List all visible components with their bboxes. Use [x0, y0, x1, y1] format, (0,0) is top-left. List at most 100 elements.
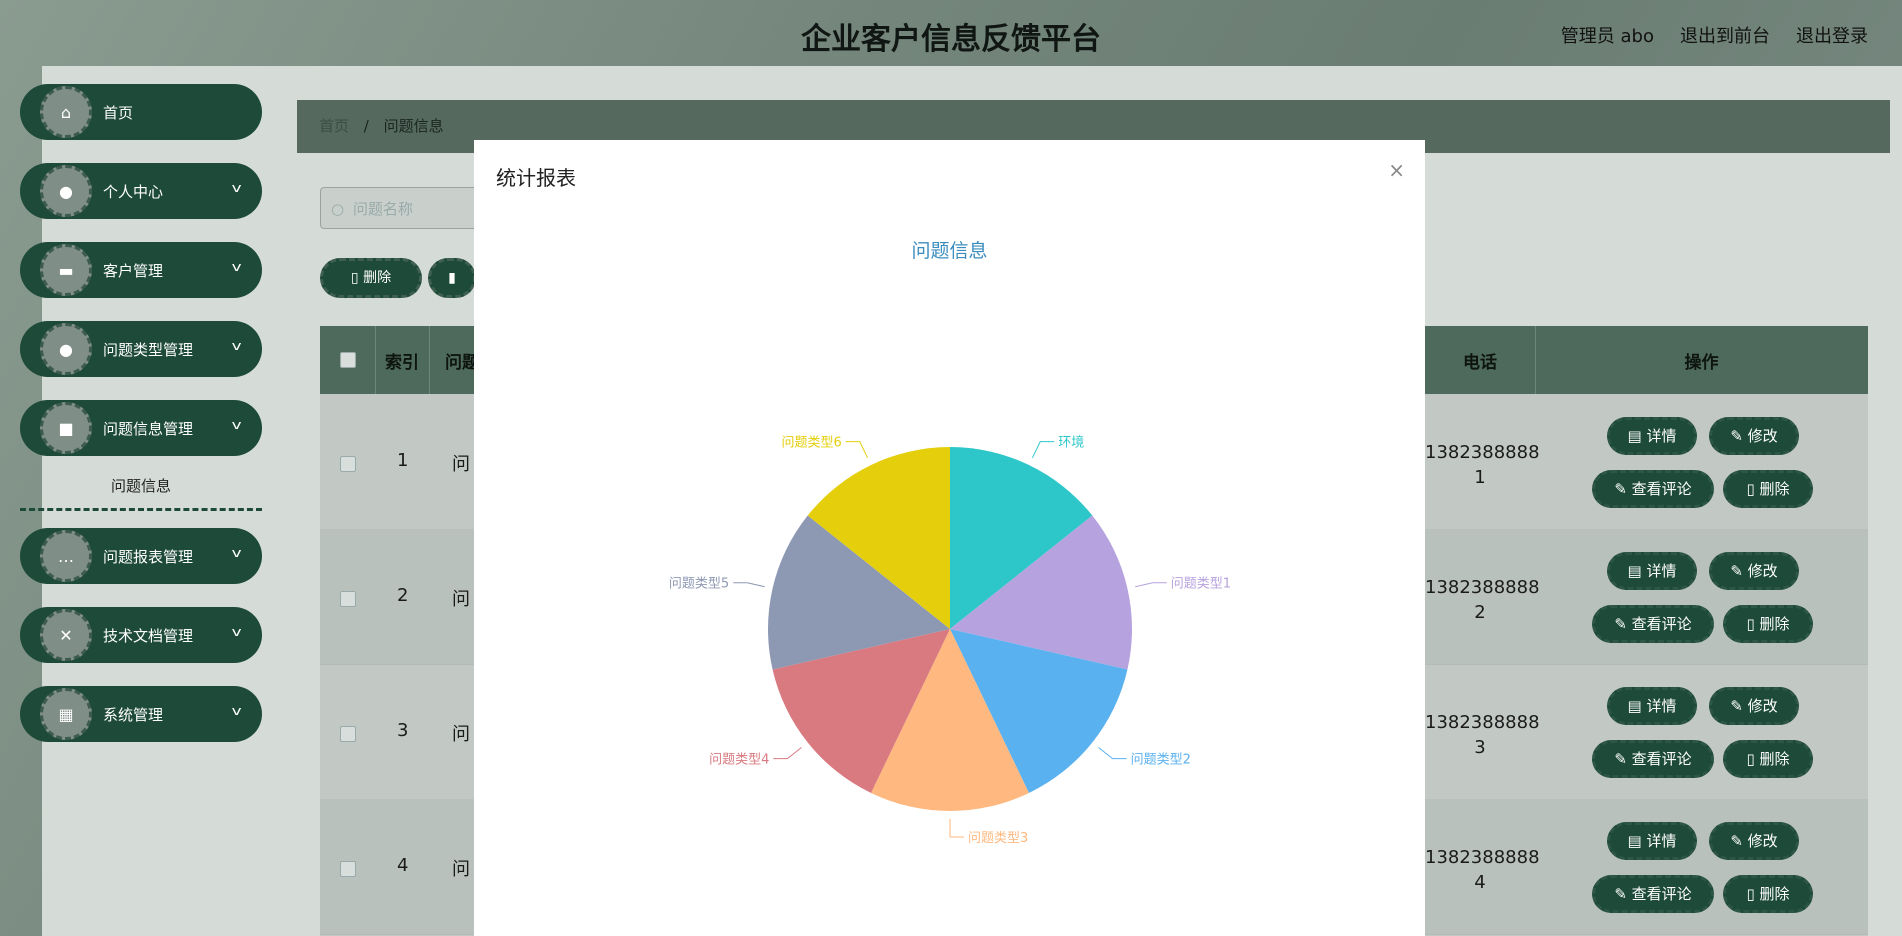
row-checkbox[interactable]	[340, 726, 356, 742]
user-icon: ●	[40, 323, 92, 375]
detail-button[interactable]: ▤ 详情	[1607, 822, 1697, 860]
pie-label-line	[733, 582, 765, 588]
trash-icon: ▯	[1746, 615, 1760, 633]
pie-chart: 环境问题类型1 问题类型2 问题类型3 问题类型4 问题类型5 问题类型6	[669, 436, 1231, 846]
sidebar-item-issue-info-management[interactable]: ■ 问题信息管理 v	[20, 400, 262, 456]
phone-line-2: 2	[1474, 602, 1486, 623]
search-input[interactable]: ○ 问题名称	[320, 187, 490, 229]
edit-label: 修改	[1747, 832, 1778, 850]
view-comments-button[interactable]: ✎ 查看评论	[1592, 740, 1714, 778]
trash-icon: ▯	[1746, 885, 1760, 903]
sidebar-item-personal-center[interactable]: ● 个人中心 v	[20, 163, 262, 219]
monitor-icon: ▬	[40, 244, 92, 296]
sidebar-item-label: 客户管理	[103, 262, 164, 280]
batch-delete-label: 删除	[363, 270, 392, 286]
batch-delete-button[interactable]: ▯ 删除	[320, 258, 422, 298]
top-header: 企业客户信息反馈平台 管理员 abo 退出到前台 退出登录	[0, 0, 1902, 66]
column-header-index: 索引	[375, 326, 430, 394]
document-icon: ▤	[1627, 562, 1647, 580]
view-comments-button[interactable]: ✎ 查看评论	[1592, 605, 1714, 643]
exit-to-front-link[interactable]: 退出到前台	[1680, 22, 1770, 48]
delete-button[interactable]: ▯ 删除	[1723, 875, 1813, 913]
delete-button[interactable]: ▯ 删除	[1723, 605, 1813, 643]
admin-label: 管理员 abo	[1560, 26, 1654, 47]
sidebar-item-home[interactable]: ⌂ 首页	[20, 84, 262, 140]
delete-label: 删除	[1759, 480, 1790, 498]
chevron-down-icon: v	[231, 704, 242, 718]
phone-line-1: 1382388888	[1425, 847, 1540, 868]
row-name: 问	[452, 724, 470, 745]
user-icon: ●	[40, 165, 92, 217]
sidebar-item-tech-docs-management[interactable]: ✕ 技术文档管理 v	[20, 607, 262, 663]
delete-button[interactable]: ▯ 删除	[1723, 740, 1813, 778]
chevron-down-icon: v	[231, 260, 242, 274]
edit-button[interactable]: ✎ 修改	[1709, 417, 1799, 455]
breadcrumb-home[interactable]: 首页	[319, 117, 349, 135]
row-name: 问	[452, 589, 470, 610]
stats-report-button[interactable]: ▮	[428, 258, 476, 298]
sidebar-subitem-issue-info[interactable]: 问题信息	[20, 466, 262, 511]
phone-line-2: 3	[1474, 737, 1486, 758]
sidebar-item-label: 问题类型管理	[103, 341, 194, 359]
chat-icon: …	[40, 530, 92, 582]
detail-button[interactable]: ▤ 详情	[1607, 687, 1697, 725]
sidebar-item-issue-report-management[interactable]: … 问题报表管理 v	[20, 528, 262, 584]
row-name: 问	[452, 859, 470, 880]
view-comments-label: 查看评论	[1631, 750, 1692, 768]
header-links: 管理员 abo 退出到前台 退出登录	[1561, 22, 1868, 48]
chevron-down-icon: v	[231, 339, 242, 353]
edit-button[interactable]: ✎ 修改	[1709, 687, 1799, 725]
row-checkbox[interactable]	[340, 861, 356, 877]
pie-slice-label: 问题类型4	[709, 753, 769, 768]
row-index: 3	[397, 720, 409, 741]
view-comments-button[interactable]: ✎ 查看评论	[1592, 470, 1714, 508]
logout-link[interactable]: 退出登录	[1796, 22, 1868, 48]
pie-slice-label: 问题类型3	[968, 831, 1028, 846]
trash-icon: ▯	[1746, 750, 1760, 768]
view-comments-button[interactable]: ✎ 查看评论	[1592, 875, 1714, 913]
pie-label-line	[1135, 582, 1167, 588]
breadcrumb-separator: /	[363, 117, 369, 135]
edit-button[interactable]: ✎ 修改	[1709, 822, 1799, 860]
breadcrumb-current: 问题信息	[383, 117, 444, 135]
pie-slice-label: 问题类型1	[1171, 577, 1231, 592]
phone-line-2: 4	[1474, 872, 1486, 893]
sidebar-item-system-management[interactable]: ▦ 系统管理 v	[20, 686, 262, 742]
view-comments-label: 查看评论	[1631, 885, 1692, 903]
pie-slice-label: 问题类型5	[669, 577, 729, 592]
select-all-checkbox[interactable]	[339, 352, 356, 368]
sidebar-item-label: 技术文档管理	[103, 627, 194, 645]
sidebar-item-issue-type-management[interactable]: ● 问题类型管理 v	[20, 321, 262, 377]
detail-label: 详情	[1646, 427, 1677, 445]
detail-label: 详情	[1646, 697, 1677, 715]
edit-label: 修改	[1747, 427, 1778, 445]
pie-label-line	[1031, 441, 1055, 459]
pie-label-line	[949, 819, 964, 838]
pie-label-line	[773, 747, 802, 760]
edit-icon: ✎	[1614, 750, 1632, 768]
row-checkbox[interactable]	[340, 456, 356, 472]
row-name: 问	[452, 454, 470, 475]
edit-icon: ✎	[1730, 832, 1748, 850]
view-comments-label: 查看评论	[1631, 480, 1692, 498]
sidebar-item-label: 问题信息管理	[103, 420, 194, 438]
phone-line-1: 1382388888	[1425, 712, 1540, 733]
trash-icon: ▯	[1746, 480, 1760, 498]
pie-label-line	[845, 441, 869, 459]
bar-chart-icon: ▮	[448, 270, 456, 286]
sidebar-item-customer-management[interactable]: ▬ 客户管理 v	[20, 242, 262, 298]
column-header-phone[interactable]: 电话	[1425, 326, 1536, 394]
row-phone: 1382388888 2	[1425, 575, 1540, 625]
edit-button[interactable]: ✎ 修改	[1709, 552, 1799, 590]
row-checkbox[interactable]	[340, 591, 356, 607]
column-header-actions: 操作	[1684, 352, 1719, 373]
phone-line-2: 1	[1474, 467, 1486, 488]
delete-button[interactable]: ▯ 删除	[1723, 470, 1813, 508]
row-index: 1	[397, 450, 409, 471]
row-phone: 1382388888 4	[1425, 845, 1540, 895]
detail-button[interactable]: ▤ 详情	[1607, 552, 1697, 590]
detail-button[interactable]: ▤ 详情	[1607, 417, 1697, 455]
sidebar-item-label: 系统管理	[103, 706, 164, 724]
stats-report-dialog: 统计报表 × 问题信息 环境 问题类型1 问题类型2 问题类型3 问题类型4 问题类型5 问…	[474, 140, 1425, 936]
book-icon: ■	[40, 402, 92, 454]
